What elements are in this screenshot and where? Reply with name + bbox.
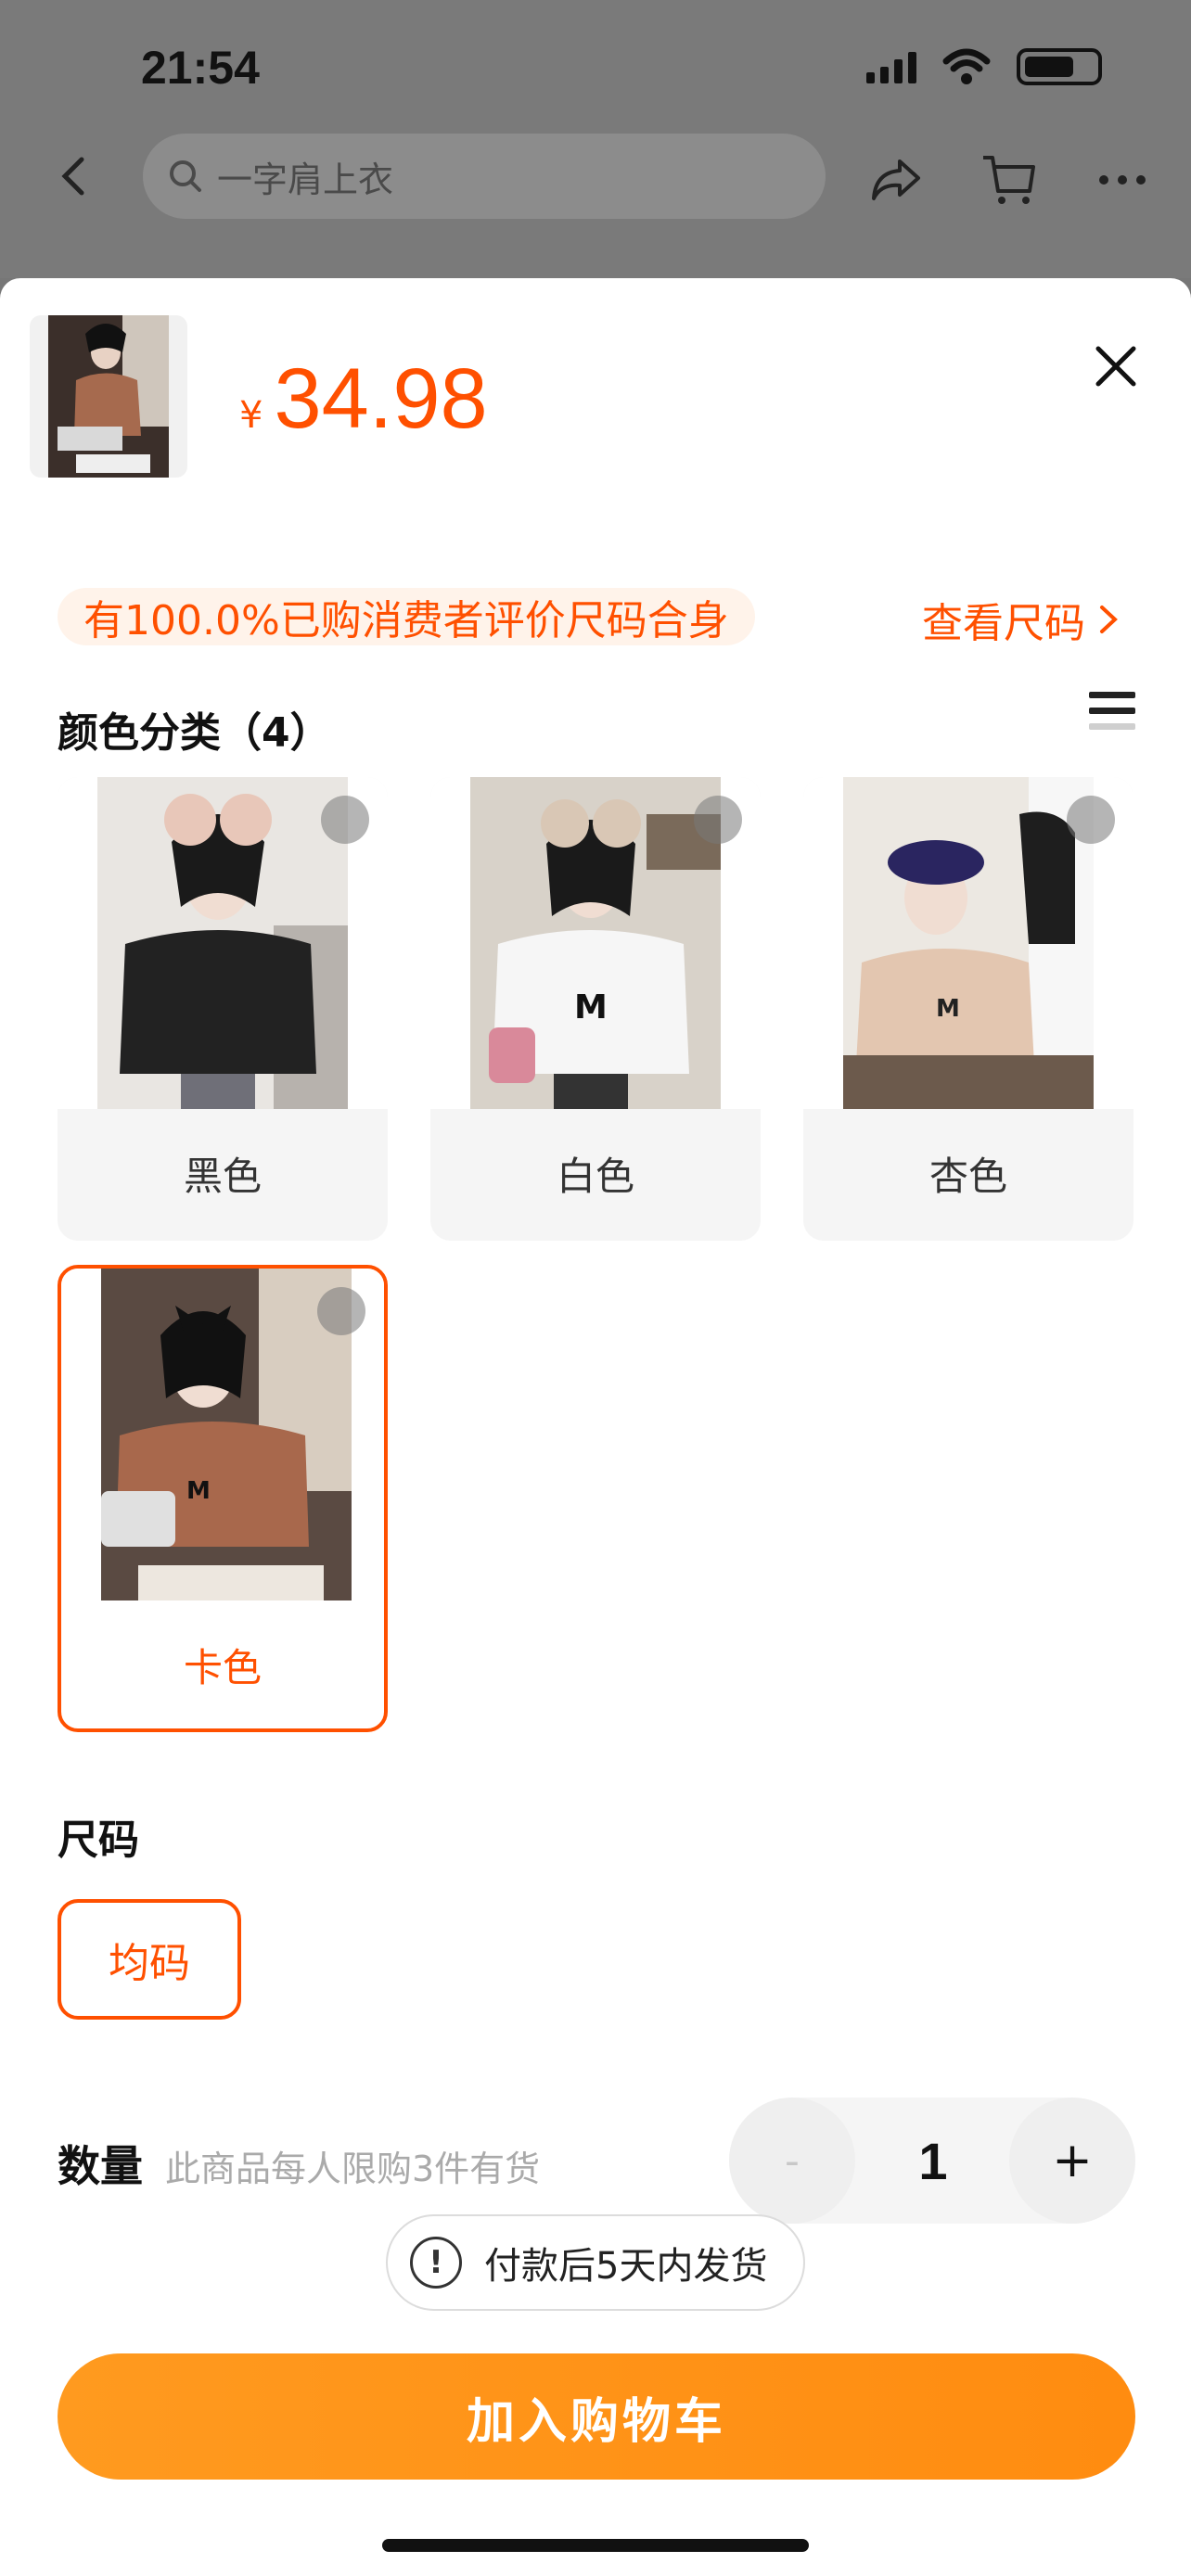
- size-section-title: 尺码: [58, 1817, 139, 1864]
- svg-text:M: M: [936, 995, 960, 1023]
- search-input[interactable]: 一字肩上衣: [143, 134, 826, 219]
- background-page: 21:54 一字肩上衣: [0, 0, 1191, 278]
- top-nav: 一字肩上衣: [0, 130, 1191, 223]
- size-chart-link[interactable]: 查看尺码: [922, 590, 1119, 649]
- battery-icon: [1017, 48, 1102, 85]
- search-placeholder: 一字肩上衣: [217, 159, 394, 200]
- color-option-apricot[interactable]: M 杏色: [803, 777, 1133, 1241]
- color-label: 杏色: [928, 1153, 1007, 1199]
- svg-text:M: M: [574, 988, 608, 1027]
- expand-icon[interactable]: [317, 1287, 365, 1335]
- increase-button[interactable]: +: [1009, 2098, 1135, 2224]
- quantity-hint: 此商品每人限购3件有货: [165, 2149, 541, 2189]
- home-indicator: [382, 2539, 809, 2552]
- currency-symbol: ¥: [239, 394, 263, 437]
- status-icons: [866, 48, 1102, 85]
- quantity-stepper: - 1 +: [729, 2098, 1135, 2224]
- more-icon[interactable]: [1093, 150, 1152, 210]
- wifi-icon: [942, 48, 991, 84]
- expand-icon[interactable]: [321, 796, 369, 844]
- alert-icon: !: [410, 2237, 462, 2289]
- shipping-notice-text: 付款后5天内发货: [484, 2245, 768, 2288]
- product-thumbnail[interactable]: [30, 315, 187, 478]
- expand-icon[interactable]: [1067, 796, 1115, 844]
- expand-icon[interactable]: [694, 796, 742, 844]
- sku-selector-sheet: ¥ 34.98 有100.0%已购消费者评价尺码合身 查看尺码 颜色分类（4） …: [0, 278, 1191, 2576]
- color-label: 卡色: [183, 1644, 262, 1690]
- size-fit-notice: 有100.0%已购消费者评价尺码合身: [58, 588, 755, 645]
- product-photo: [48, 315, 169, 478]
- decrease-button[interactable]: -: [729, 2098, 855, 2224]
- size-option-one-size[interactable]: 均码: [58, 1899, 241, 2020]
- share-icon[interactable]: [866, 150, 926, 210]
- status-time: 21:54: [141, 42, 260, 94]
- shipping-notice: ! 付款后5天内发货: [386, 2214, 805, 2311]
- close-icon[interactable]: [1095, 345, 1137, 388]
- cart-icon[interactable]: [980, 150, 1039, 210]
- color-option-khaki[interactable]: M 卡色: [58, 1265, 388, 1732]
- back-arrow-icon[interactable]: [52, 154, 96, 198]
- chevron-right-icon: [1100, 606, 1118, 633]
- list-view-icon[interactable]: [1089, 692, 1135, 730]
- color-label: 白色: [556, 1153, 634, 1199]
- color-section-title: 颜色分类（4）: [58, 709, 331, 757]
- search-icon: [170, 160, 201, 192]
- quantity-value: 1: [918, 2131, 948, 2190]
- quantity-label: 数量: [58, 2141, 143, 2191]
- color-option-black[interactable]: 黑色: [58, 777, 388, 1241]
- cellular-signal-icon: [866, 50, 916, 83]
- price-value: 34.98: [274, 351, 488, 446]
- price: ¥ 34.98: [239, 351, 488, 448]
- color-option-white[interactable]: M 白色: [430, 777, 761, 1241]
- add-to-cart-button[interactable]: 加入购物车: [58, 2353, 1135, 2480]
- size-chart-label: 查看尺码: [922, 600, 1085, 647]
- color-label: 黑色: [183, 1153, 262, 1199]
- svg-text:M: M: [186, 1477, 211, 1505]
